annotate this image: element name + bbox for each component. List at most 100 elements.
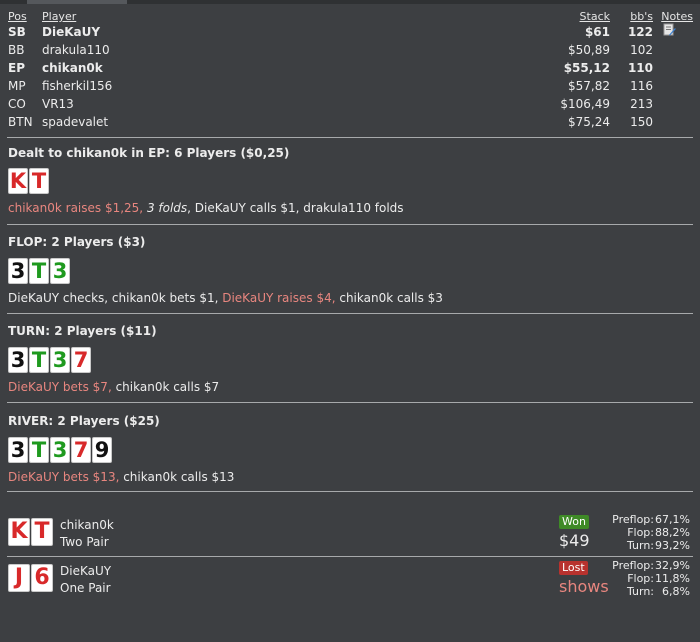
header-stack[interactable]: Stack — [580, 10, 610, 23]
player-stack: $75,24 — [568, 115, 610, 129]
result-badge: Lost — [559, 561, 588, 575]
equity-label: Turn: — [626, 539, 654, 552]
street-title: FLOP: 2 Players ($3) — [8, 235, 146, 249]
result-amount: $49 — [559, 531, 590, 550]
action-line: DieKaUY bets $13, chikan0k calls $13 — [8, 470, 234, 484]
playing-card: J — [8, 564, 30, 592]
action-segment: chikan0k raises $1,25, — [8, 201, 144, 215]
result-row[interactable]: J 6 DieKaUY One Pair Lost shows Preflop: 32,9% F… — [0, 558, 700, 602]
equity-value: 32,9% — [655, 559, 690, 572]
header-notes[interactable]: Notes — [661, 10, 693, 23]
action-segment: chikan0k calls $3 — [335, 291, 443, 305]
playing-card: T — [29, 347, 49, 373]
action-line: chikan0k raises $1,25, 3 folds, DieKaUY … — [8, 201, 404, 215]
board-cards: 3T37 — [8, 347, 91, 373]
board-cards: 3T379 — [8, 437, 112, 463]
action-segment: chikan0k calls $13 — [119, 470, 235, 484]
action-line: DieKaUY checks, chikan0k bets $1, DieKaU… — [8, 291, 443, 305]
player-name: DieKaUY — [42, 25, 101, 39]
player-bbs: 150 — [630, 115, 653, 129]
playing-card: 3 — [8, 258, 28, 284]
playing-card: T — [29, 258, 49, 284]
player-name: drakula110 — [42, 43, 110, 57]
playing-card: 3 — [50, 258, 70, 284]
equity-label: Flop: — [627, 526, 654, 539]
equity-value: 6,8% — [662, 585, 690, 598]
player-stack: $106,49 — [560, 97, 610, 111]
playing-card: K — [8, 168, 28, 194]
divider — [7, 402, 693, 403]
equity-value: 93,2% — [655, 539, 690, 552]
divider — [7, 137, 693, 138]
player-name: VR13 — [42, 97, 74, 111]
playing-card: T — [31, 518, 53, 546]
result-hand: Two Pair — [60, 535, 109, 549]
action-segment: DieKaUY bets $7, — [8, 380, 112, 394]
equity-table: Preflop: 67,1% Flop: 88,2% Turn: 93,2% — [600, 513, 690, 552]
equity-value: 88,2% — [655, 526, 690, 539]
equity-table: Preflop: 32,9% Flop: 11,8% Turn: 6,8% — [600, 559, 690, 598]
result-player-name: chikan0k — [60, 518, 114, 532]
player-name: spadevalet — [42, 115, 109, 129]
action-segment: chikan0k calls $7 — [111, 380, 220, 394]
player-bbs: 110 — [627, 61, 653, 75]
playing-card: 9 — [92, 437, 112, 463]
divider — [7, 491, 693, 492]
player-bbs: 116 — [630, 79, 653, 93]
player-name: chikan0k — [42, 61, 103, 75]
playing-card: 7 — [71, 347, 91, 373]
player-bbs: 102 — [630, 43, 653, 57]
player-pos: EP — [8, 61, 25, 75]
playing-card: 3 — [8, 437, 28, 463]
result-hand: One Pair — [60, 581, 111, 595]
player-row[interactable]: CO VR13 $106,49 213 — [0, 95, 700, 113]
player-pos: SB — [8, 25, 26, 39]
street-title: RIVER: 2 Players ($25) — [8, 414, 160, 428]
action-line: DieKaUY bets $7, chikan0k calls $7 — [8, 380, 219, 394]
player-table-header: Pos Player Stack bb's Notes — [0, 10, 700, 23]
playing-card: 3 — [50, 437, 70, 463]
action-segment: DieKaUY bets $13, — [8, 470, 120, 484]
playing-card: 3 — [50, 347, 70, 373]
header-player[interactable]: Player — [42, 10, 76, 23]
playing-card: 3 — [8, 347, 28, 373]
player-row[interactable]: SB DieKaUY $61 122 — [0, 23, 700, 41]
result-row[interactable]: K T chikan0k Two Pair Won $49 Preflop: 67,1% Flo… — [0, 512, 700, 556]
player-row[interactable]: MP fisherkil156 $57,82 116 — [0, 77, 700, 95]
equity-label: Turn: — [626, 585, 654, 598]
player-bbs: 122 — [627, 25, 653, 39]
divider — [7, 224, 693, 225]
top-scroll-strip — [0, 0, 700, 4]
header-bbs[interactable]: bb's — [630, 10, 653, 23]
equity-row: Preflop: 67,1% — [600, 513, 690, 526]
equity-label: Flop: — [627, 572, 654, 585]
player-stack: $61 — [584, 25, 610, 39]
action-segment: 3 folds — [146, 201, 188, 215]
player-row[interactable]: BTN spadevalet $75,24 150 — [0, 113, 700, 131]
player-row[interactable]: BB drakula110 $50,89 102 — [0, 41, 700, 59]
player-pos: CO — [8, 97, 26, 111]
result-badge: Won — [559, 515, 589, 529]
player-stack: $57,82 — [568, 79, 610, 93]
player-stack: $55,12 — [563, 61, 610, 75]
equity-row: Turn: 6,8% — [600, 585, 690, 598]
player-row[interactable]: EP chikan0k $55,12 110 — [0, 59, 700, 77]
action-segment: DieKaUY raises $4, — [222, 291, 336, 305]
equity-label: Preflop: — [612, 513, 654, 526]
divider — [7, 313, 693, 314]
equity-value: 11,8% — [655, 572, 690, 585]
top-tab-handle[interactable] — [27, 0, 127, 4]
header-pos[interactable]: Pos — [8, 10, 27, 23]
playing-card: T — [29, 168, 49, 194]
player-stack: $50,89 — [568, 43, 610, 57]
player-table: Pos Player Stack bb's Notes SB DieKaUY $61… — [0, 10, 700, 131]
note-icon[interactable] — [663, 23, 676, 36]
player-pos: BTN — [8, 115, 33, 129]
player-name: fisherkil156 — [42, 79, 113, 93]
board-cards: 3T3 — [8, 258, 70, 284]
street-title: TURN: 2 Players ($11) — [8, 324, 157, 338]
player-pos: MP — [8, 79, 26, 93]
action-segment: DieKaUY checks, chikan0k bets $1, — [8, 291, 223, 305]
equity-row: Flop: 88,2% — [600, 526, 690, 539]
hole-cards: KT — [8, 518, 53, 546]
